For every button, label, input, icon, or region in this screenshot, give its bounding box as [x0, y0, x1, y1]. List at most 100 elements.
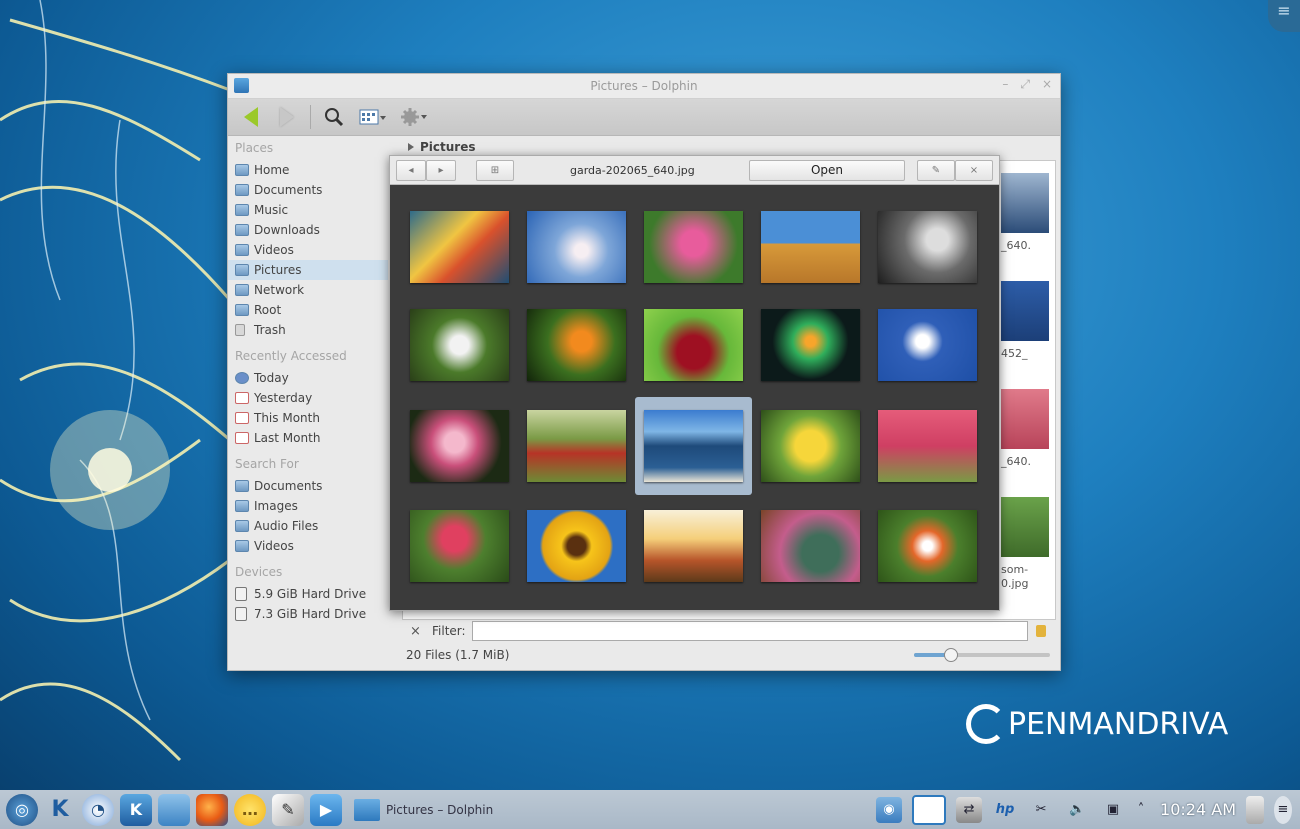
back-button[interactable] [236, 103, 266, 131]
calendar-icon [235, 392, 249, 404]
file-thumbnail[interactable] [1001, 389, 1049, 449]
thumbnail-cell[interactable] [518, 397, 635, 495]
device-notifier-icon[interactable]: ▣ [1100, 797, 1126, 823]
view-mode-button[interactable] [355, 103, 391, 131]
sidebar-item-label: Images [254, 499, 298, 513]
sidebar-item-home[interactable]: Home [228, 160, 388, 180]
lock-icon[interactable] [1035, 625, 1046, 637]
firefox-icon[interactable] [196, 793, 228, 826]
filter-clear-button[interactable]: × [410, 624, 424, 639]
settings-button[interactable] [397, 103, 431, 131]
sidebar-item-label: Downloads [254, 223, 320, 237]
sidebar-item-label: Home [254, 163, 290, 177]
thumbnail-cell[interactable] [869, 497, 986, 595]
close-button[interactable]: × [1042, 77, 1052, 92]
thumbnail-cell[interactable] [752, 198, 869, 296]
breadcrumb-arrow-icon [408, 143, 414, 151]
trash-widget-icon[interactable] [1246, 795, 1264, 824]
openmandriva-icon[interactable]: ◔ [82, 793, 114, 826]
pager-icon[interactable] [912, 794, 947, 825]
hp-printer-icon[interactable]: hp [992, 797, 1018, 823]
zoom-slider-handle[interactable] [943, 648, 958, 662]
sidebar-item-music[interactable]: Music [228, 200, 388, 220]
minimize-button[interactable]: – [1002, 77, 1008, 92]
network-icon[interactable]: ⇄ [956, 796, 983, 823]
preview-pin-button[interactable]: ✎ [917, 159, 955, 181]
sidebar-item-drive-2[interactable]: 7.3 GiB Hard Drive [228, 604, 388, 624]
thumbnail-cell[interactable] [401, 497, 518, 595]
thumbnail-cell[interactable] [401, 397, 518, 495]
breadcrumb-label: Pictures [420, 140, 476, 154]
thumbnail-cell-selected[interactable] [635, 397, 752, 495]
volume-icon[interactable]: 🔈 [1064, 797, 1090, 823]
thumbnail-cell[interactable] [401, 198, 518, 296]
filter-input[interactable] [471, 621, 1028, 641]
sidebar-item-last-month[interactable]: Last Month [228, 428, 388, 448]
tray-expand-icon[interactable]: ˄ [1136, 797, 1146, 823]
sidebar-item-root[interactable]: Root [228, 300, 388, 320]
zoom-slider[interactable] [914, 648, 1050, 662]
sidebar-item-pictures[interactable]: Pictures [228, 260, 388, 280]
maximize-button[interactable]: ⤢ [1020, 77, 1030, 92]
dolphin-launcher-icon[interactable] [158, 793, 190, 826]
sidebar-item-search-audio[interactable]: Audio Files [228, 516, 388, 536]
desktop-menu-button[interactable]: ≡ [1268, 0, 1300, 32]
breadcrumb[interactable]: Pictures [408, 138, 476, 156]
image-viewer-icon[interactable]: ✎ [272, 793, 304, 826]
sidebar-item-drive-1[interactable]: 5.9 GiB Hard Drive [228, 584, 388, 604]
app-launcher-icon[interactable]: ◎ [6, 793, 38, 826]
sidebar-item-downloads[interactable]: Downloads [228, 220, 388, 240]
clipboard-icon[interactable]: ✂ [1028, 797, 1054, 823]
panel-menu-icon[interactable]: ≡ [1274, 795, 1292, 824]
sidebar-item-videos[interactable]: Videos [228, 240, 388, 260]
sidebar-item-label: Last Month [254, 431, 321, 445]
calendar-icon [235, 412, 249, 424]
file-label: som- [1001, 563, 1029, 576]
thumbnail-butterfly [410, 309, 509, 381]
preview-prev-button[interactable]: ◂ [396, 159, 426, 181]
sidebar-item-documents[interactable]: Documents [228, 180, 388, 200]
sidebar-item-search-documents[interactable]: Documents [228, 476, 388, 496]
thumbnail-cell[interactable] [752, 296, 869, 394]
thumbnail-cell[interactable] [752, 497, 869, 595]
task-dolphin[interactable]: Pictures – Dolphin [354, 794, 503, 826]
file-thumbnail[interactable] [1001, 497, 1049, 557]
titlebar[interactable]: Pictures – Dolphin – ⤢ × [228, 74, 1060, 98]
search-button[interactable] [319, 103, 349, 131]
media-player-icon[interactable]: ▶ [310, 793, 342, 826]
preview-open-button[interactable]: Open [749, 159, 905, 181]
back-icon [244, 107, 258, 127]
sidebar-item-trash[interactable]: Trash [228, 320, 388, 340]
thumbnail-cell[interactable] [401, 296, 518, 394]
sidebar-item-search-videos[interactable]: Videos [228, 536, 388, 556]
preview-close-button[interactable]: × [955, 159, 993, 181]
kde-menu-icon[interactable]: K [120, 793, 152, 826]
file-thumbnail[interactable] [1001, 281, 1049, 341]
thumbnail-cell[interactable] [869, 397, 986, 495]
thumbnail-cell[interactable] [518, 198, 635, 296]
forward-button[interactable] [272, 103, 302, 131]
thumbnail-cell[interactable] [752, 397, 869, 495]
kde-k-icon[interactable]: K [44, 794, 76, 826]
sidebar-item-search-images[interactable]: Images [228, 496, 388, 516]
thumbnail-daisy-sky [878, 309, 977, 381]
clock[interactable]: 10:24 AM [1160, 800, 1236, 819]
sidebar-item-network[interactable]: Network [228, 280, 388, 300]
file-thumbnail[interactable] [1001, 173, 1049, 233]
preview-next-button[interactable]: ▸ [426, 159, 456, 181]
camera-icon[interactable]: ◉ [876, 796, 903, 823]
preview-grid-button[interactable]: ⊞ [476, 159, 514, 181]
thumbnail-cell[interactable] [869, 198, 986, 296]
thumbnail-cell[interactable] [635, 198, 752, 296]
sidebar-item-yesterday[interactable]: Yesterday [228, 388, 388, 408]
status-bar: 20 Files (1.7 MiB) [406, 644, 1056, 666]
thumbnail-cell[interactable] [869, 296, 986, 394]
file-label: 452_ [1001, 347, 1028, 360]
chat-icon[interactable]: … [234, 793, 266, 826]
thumbnail-cell[interactable] [518, 497, 635, 595]
sidebar-item-today[interactable]: Today [228, 368, 388, 388]
thumbnail-cell[interactable] [635, 497, 752, 595]
thumbnail-cell[interactable] [518, 296, 635, 394]
thumbnail-cell[interactable] [635, 296, 752, 394]
sidebar-item-this-month[interactable]: This Month [228, 408, 388, 428]
